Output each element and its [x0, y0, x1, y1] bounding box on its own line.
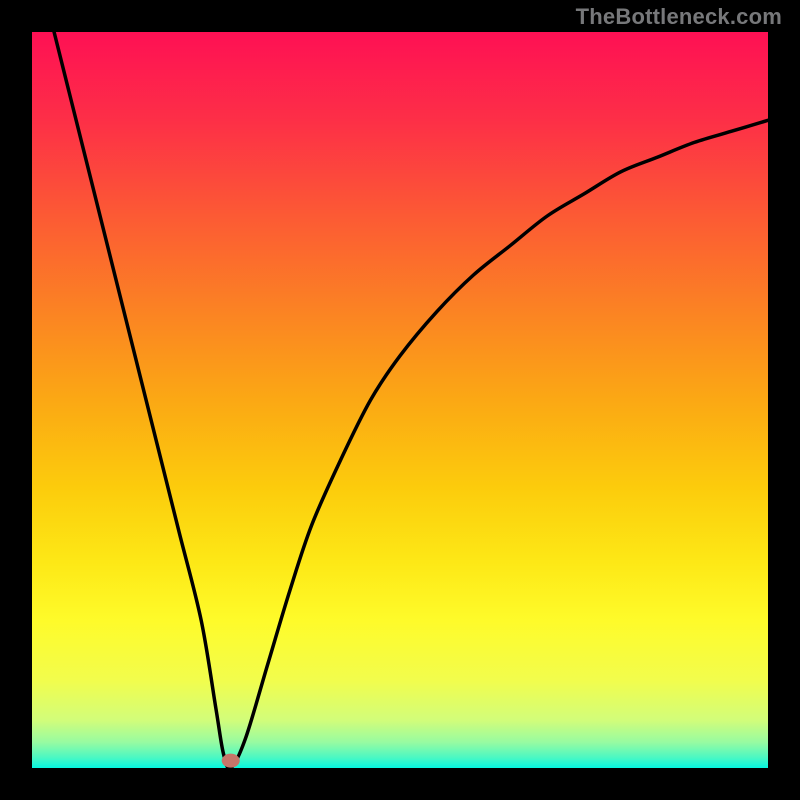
chart-frame: TheBottleneck.com — [0, 0, 800, 800]
attribution-text: TheBottleneck.com — [576, 4, 782, 30]
minimum-marker — [222, 754, 240, 768]
chart-svg — [32, 32, 768, 768]
gradient-background — [32, 32, 768, 768]
plot-area — [32, 32, 768, 768]
